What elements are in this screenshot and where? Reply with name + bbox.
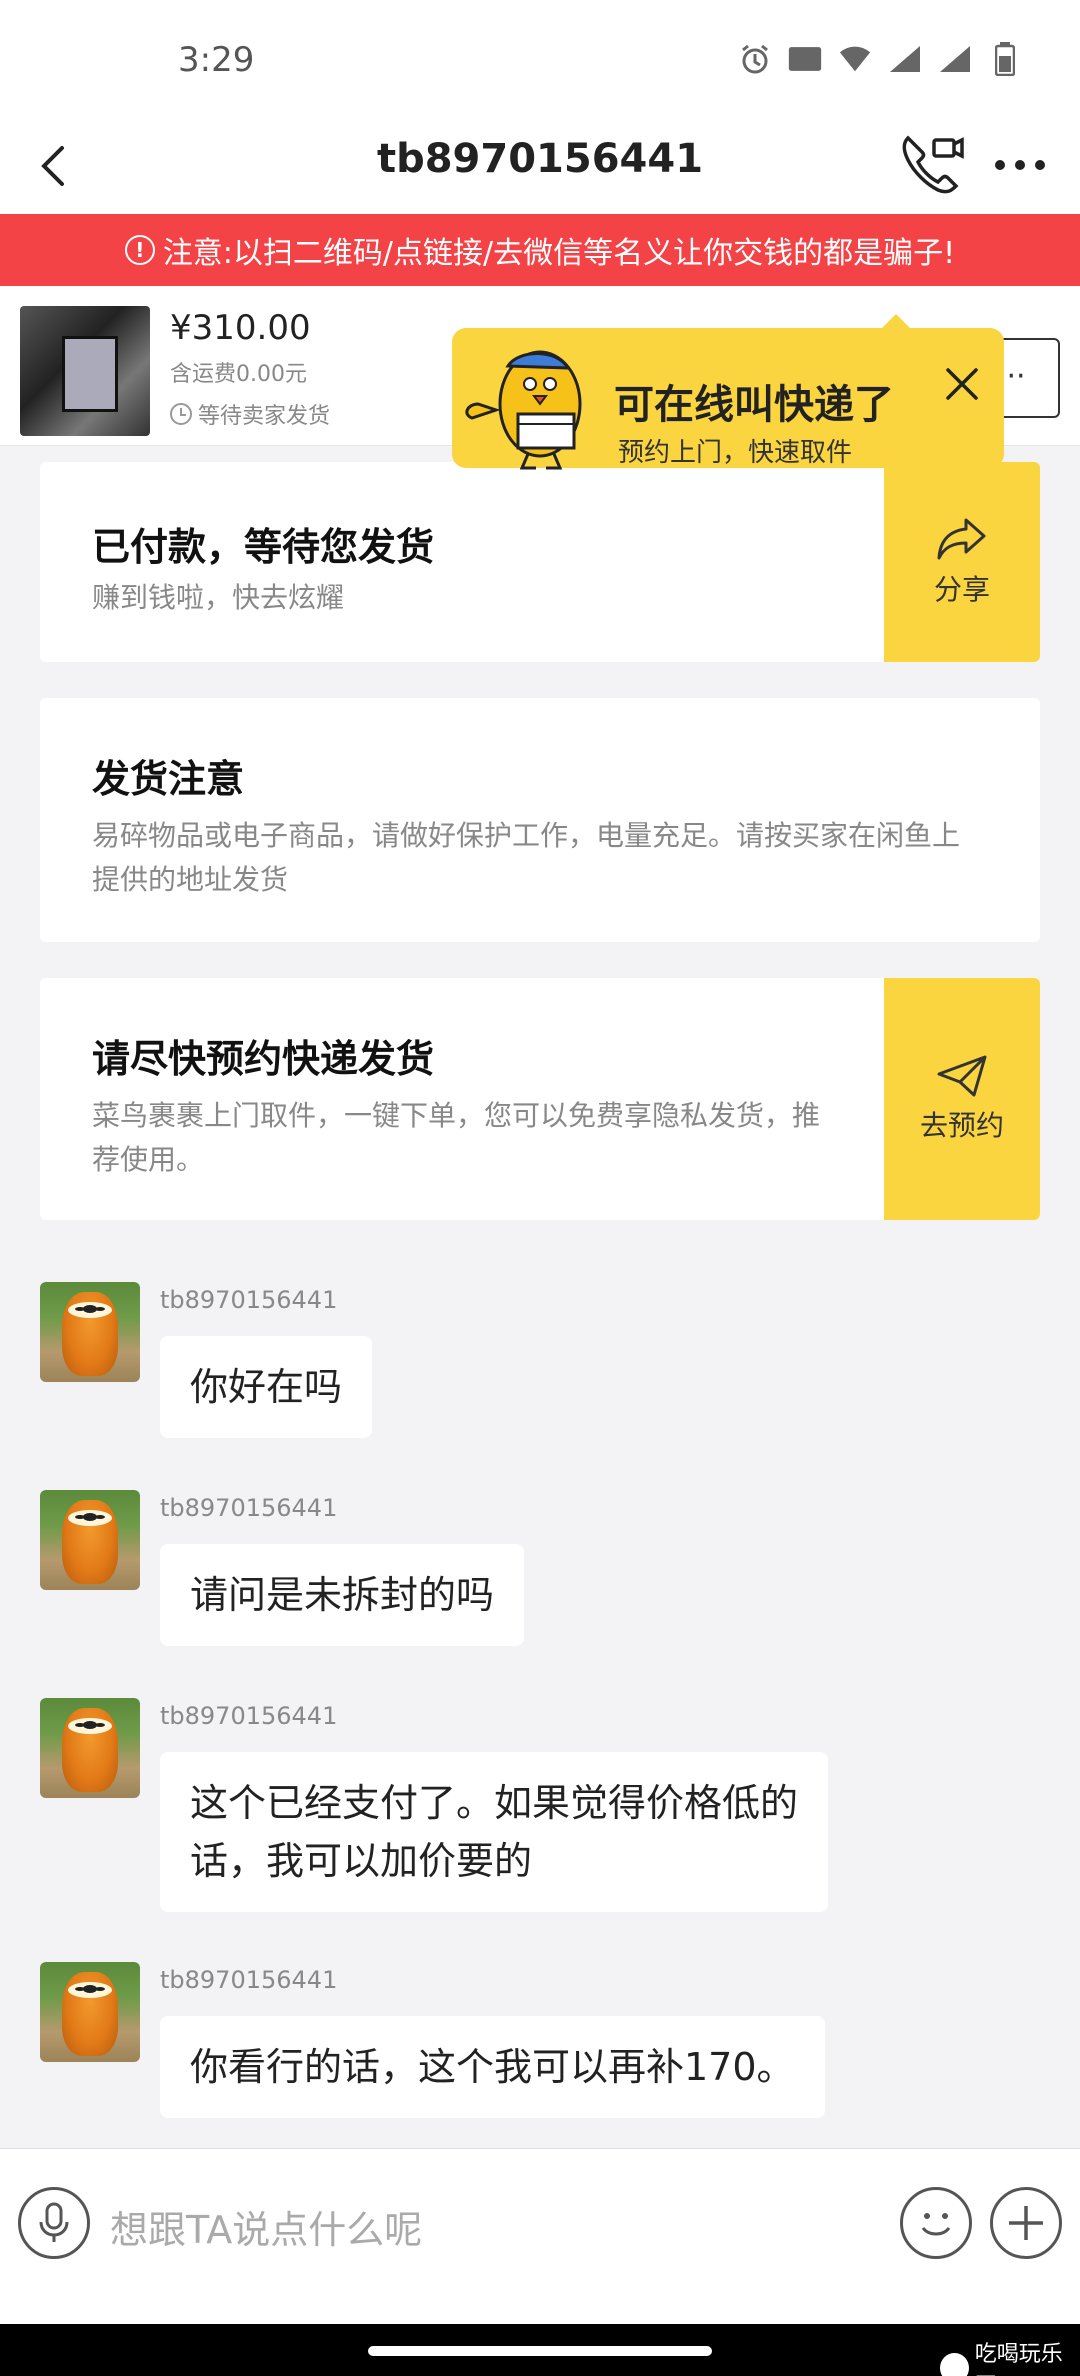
book-courier-button[interactable]: 去预约: [884, 978, 1040, 1220]
volte-icon: [788, 42, 822, 76]
card-desc-line1: 菜鸟裹裹上门取件，一键下单，您可以免费享隐私发货，推: [92, 1099, 821, 1132]
promo-close-button[interactable]: [940, 362, 984, 406]
book-courier-label: 去预约: [919, 1109, 1004, 1142]
status-icons: [738, 42, 1022, 76]
card-desc-line1: 易碎物品或电子商品，请做好保护工作，电量充足。请按买家在闲鱼上: [92, 819, 961, 852]
paper-plane-icon: [937, 1055, 987, 1097]
battery-icon: [988, 42, 1022, 76]
share-label: 分享: [933, 573, 990, 606]
courier-promo-tooltip[interactable]: 可在线叫快递了 预约上门，快速取件: [452, 314, 1004, 470]
product-price: ¥310.00: [170, 308, 311, 348]
status-time: 3:29: [178, 40, 255, 80]
call-button[interactable]: [898, 130, 966, 200]
product-shipping: 含运费0.00元: [170, 362, 307, 387]
wifi-icon: [838, 42, 872, 76]
card-shipping-notice: 发货注意 易碎物品或电子商品，请做好保护工作，电量充足。请按买家在闲鱼上 提供的…: [40, 698, 1040, 942]
watermark-text: 吃喝玩乐网: [974, 2342, 1063, 2376]
chat-message: tb8970156441 你好在吗: [40, 1282, 1040, 1442]
chat-header: tb8970156441: [0, 118, 1080, 214]
card-title: 发货注意: [92, 757, 245, 801]
message-input[interactable]: 想跟TA说点什么呢: [110, 2199, 422, 2254]
home-gesture-handle[interactable]: [368, 2346, 712, 2356]
signal-icon-1: [888, 42, 922, 76]
chat-message: tb8970156441 这个已经支付了。如果觉得价格低的 话，我可以加价要的: [40, 1698, 1040, 1918]
system-nav-bar: 吃喝玩乐网: [0, 2324, 1080, 2376]
message-line: 这个已经支付了。如果觉得价格低的: [190, 1781, 799, 1825]
fraud-warning-banner: ! 注意:以扫二维码/点链接/去微信等名义让你交钱的都是骗子!: [0, 214, 1080, 286]
voice-input-button[interactable]: [18, 2187, 90, 2259]
smiley-icon: [921, 2213, 951, 2236]
message-sender: tb8970156441: [160, 1702, 338, 1730]
chat-input-bar: 想跟TA说点什么呢: [0, 2148, 1080, 2324]
promo-title: 可在线叫快递了: [614, 382, 894, 428]
clock-icon: [170, 403, 192, 425]
card-title: 已付款，等待您发货: [92, 525, 435, 569]
avatar[interactable]: [40, 1490, 140, 1590]
share-icon: [937, 518, 986, 560]
avatar[interactable]: [40, 1282, 140, 1382]
alarm-icon: [738, 42, 772, 76]
signal-icon-2: [938, 42, 972, 76]
card-desc-line2: 提供的地址发货: [92, 863, 289, 896]
emoji-button[interactable]: [900, 2187, 972, 2259]
promo-subtitle: 预约上门，快速取件: [618, 438, 853, 468]
more-actions-button[interactable]: [990, 2187, 1062, 2259]
chat-message: tb8970156441 请问是未拆封的吗: [40, 1490, 1040, 1650]
chat-message: tb8970156441 你看行的话，这个我可以再补170。: [40, 1962, 1040, 2122]
product-thumbnail[interactable]: [20, 306, 150, 436]
watermark-logo-icon: [940, 2353, 969, 2376]
avatar[interactable]: [40, 1962, 140, 2062]
order-status: 等待卖家发货: [170, 398, 330, 430]
card-title: 请尽快预约快递发货: [92, 1037, 435, 1081]
card-paid: 已付款，等待您发货 赚到钱啦，快去炫耀 分享: [40, 462, 1040, 662]
share-button[interactable]: 分享: [884, 462, 1040, 662]
message-bubble[interactable]: 你看行的话，这个我可以再补170。: [160, 2016, 825, 2118]
phone-video-icon: [902, 135, 964, 194]
card-book-courier: 请尽快预约快递发货 菜鸟裹裹上门取件，一键下单，您可以免费享隐私发货，推 荐使用…: [40, 978, 1040, 1220]
avatar[interactable]: [40, 1698, 140, 1798]
message-sender: tb8970156441: [160, 1494, 338, 1522]
message-line: 话，我可以加价要的: [190, 1839, 533, 1883]
card-desc: 赚到钱啦，快去炫耀: [92, 581, 345, 614]
message-bubble[interactable]: 你好在吗: [160, 1336, 373, 1438]
status-bar: 3:29: [0, 0, 1080, 118]
order-status-text: 等待卖家发货: [198, 404, 331, 429]
more-options-button[interactable]: [990, 140, 1050, 190]
watermark: 吃喝玩乐网: [940, 2336, 1080, 2376]
plus-icon: [1009, 2206, 1043, 2240]
more-dots-icon: [995, 160, 1045, 170]
microphone-icon: [39, 2202, 69, 2242]
card-desc-line2: 荐使用。: [92, 1143, 205, 1176]
close-icon: [946, 368, 978, 400]
warning-text: 注意:以扫二维码/点链接/去微信等名义让你交钱的都是骗子!: [162, 236, 956, 271]
exclamation-icon: !: [124, 235, 155, 265]
message-sender: tb8970156441: [160, 1966, 338, 1994]
message-sender: tb8970156441: [160, 1286, 338, 1314]
message-bubble[interactable]: 这个已经支付了。如果觉得价格低的 话，我可以加价要的: [160, 1752, 829, 1912]
courier-mascot-icon: [465, 350, 582, 470]
message-bubble[interactable]: 请问是未拆封的吗: [160, 1544, 525, 1646]
